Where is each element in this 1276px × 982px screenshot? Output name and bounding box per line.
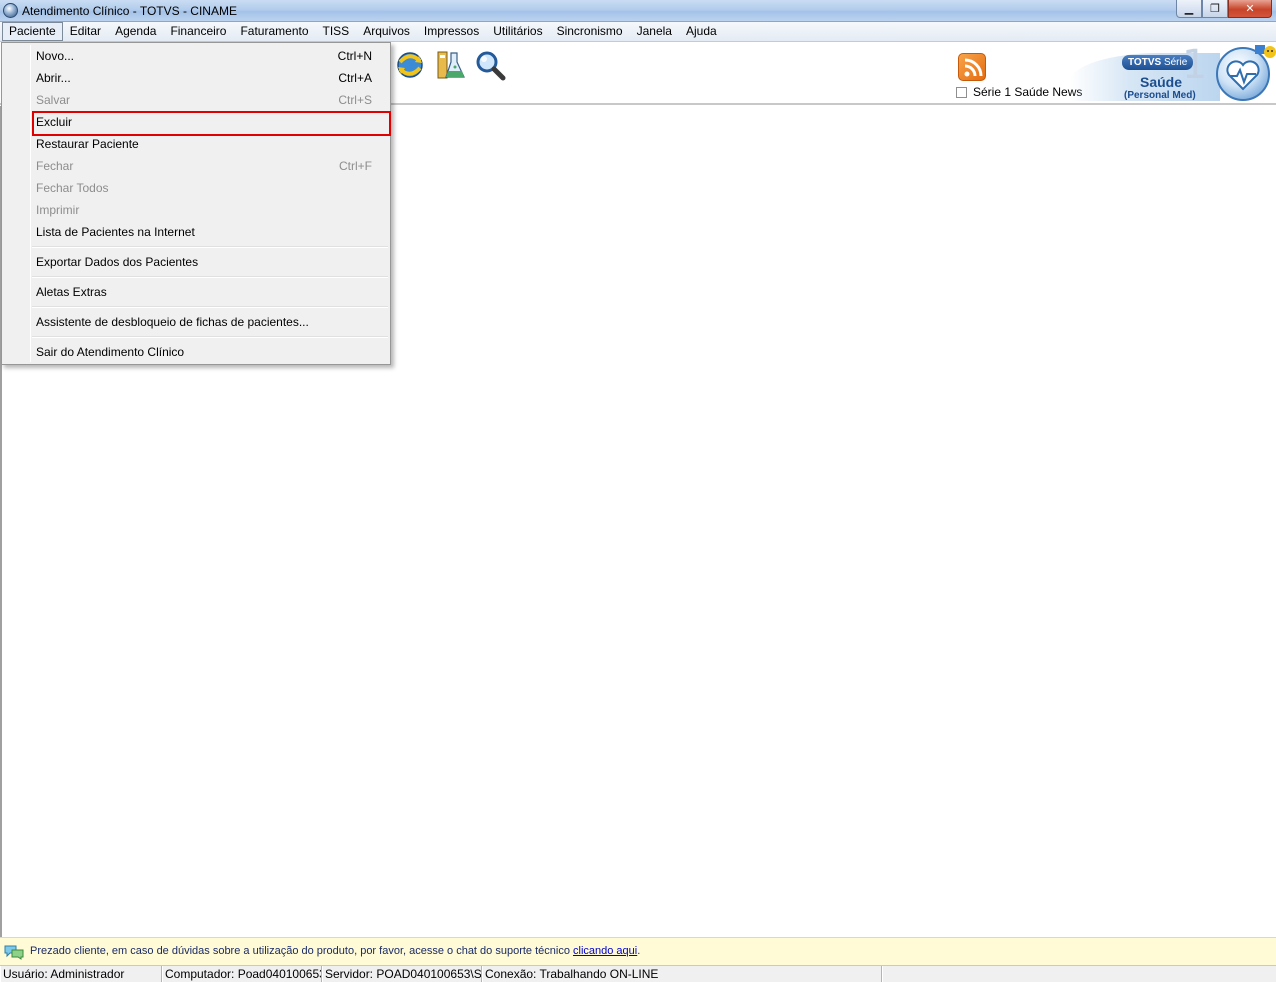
menu-bar: Paciente Editar Agenda Financeiro Fatura… <box>0 22 1276 42</box>
title-bar: Atendimento Clínico - TOTVS - CINAME ▁ ❐… <box>0 0 1276 22</box>
rss-feed-icon[interactable] <box>958 53 986 81</box>
window-controls: ▁ ❐ ✕ <box>1176 0 1272 18</box>
menu-sincronismo[interactable]: Sincronismo <box>550 22 630 41</box>
sync-icon[interactable] <box>394 49 426 81</box>
menu-separator <box>32 276 388 278</box>
menu-item-imprimir[interactable]: Imprimir <box>4 199 388 221</box>
support-message-suffix: . <box>637 945 641 957</box>
menu-item-label: Restaurar Paciente <box>36 137 139 151</box>
menu-item-label: Fechar Todos <box>36 181 109 195</box>
minimize-button[interactable]: ▁ <box>1176 0 1202 18</box>
menu-item-fechar-todos[interactable]: Fechar Todos <box>4 177 388 199</box>
app-logo-icon <box>3 3 18 18</box>
menu-item-label: Salvar <box>36 93 71 107</box>
menu-item-shortcut: Ctrl+N <box>337 49 372 63</box>
brand-number: 1 <box>1182 42 1208 88</box>
menu-item-lista-pacientes-internet[interactable]: Lista de Pacientes na Internet <box>4 221 388 243</box>
menu-separator <box>32 306 388 308</box>
menu-item-shortcut: Ctrl+F <box>339 159 372 173</box>
menu-financeiro[interactable]: Financeiro <box>163 22 233 41</box>
status-extra <box>882 966 1276 982</box>
support-bar: Prezado cliente, em caso de dúvidas sobr… <box>0 937 1276 965</box>
news-checkbox-label[interactable]: Série 1 Saúde News <box>973 85 1082 99</box>
menu-item-label: Sair do Atendimento Clínico <box>36 345 185 359</box>
brand-logo: TOTVS Série 1 Saúde (Personal Med) <box>1070 45 1276 103</box>
window-title: Atendimento Clínico - TOTVS - CINAME <box>22 4 237 18</box>
news-checkbox[interactable] <box>956 87 967 98</box>
menu-item-abrir[interactable]: Abrir... Ctrl+A <box>4 67 388 89</box>
menu-item-aletas-extras[interactable]: Aletas Extras <box>4 281 388 303</box>
support-message-text: Prezado cliente, em caso de dúvidas sobr… <box>30 945 573 957</box>
menu-ajuda[interactable]: Ajuda <box>679 22 724 41</box>
menu-item-label: Assistente de desbloqueio de fichas de p… <box>36 315 309 329</box>
status-connection: Conexão: Trabalhando ON-LINE <box>482 966 882 982</box>
close-button[interactable]: ✕ <box>1228 0 1272 18</box>
menu-tiss[interactable]: TISS <box>316 22 357 41</box>
menu-item-label: Exportar Dados dos Pacientes <box>36 255 199 269</box>
restore-button[interactable]: ❐ <box>1202 0 1228 18</box>
menu-item-fechar[interactable]: Fechar Ctrl+F <box>4 155 388 177</box>
menu-item-label: Fechar <box>36 159 74 173</box>
search-icon[interactable] <box>474 49 506 81</box>
menu-janela[interactable]: Janela <box>630 22 679 41</box>
highlight-excluir <box>32 111 391 136</box>
lab-flask-icon[interactable] <box>434 49 466 81</box>
menu-item-label: Abrir... <box>36 71 71 85</box>
menu-item-assistente-desbloqueio[interactable]: Assistente de desbloqueio de fichas de p… <box>4 311 388 333</box>
status-computer: Computador: Poad040100653 <box>162 966 322 982</box>
status-bar: Usuário: Administrador Computador: Poad0… <box>0 965 1276 982</box>
chat-status-icon[interactable] <box>1254 43 1276 61</box>
brand-subtitle: (Personal Med) <box>1124 90 1196 101</box>
menu-separator <box>32 246 388 248</box>
menu-item-shortcut: Ctrl+A <box>338 71 372 85</box>
menu-item-novo[interactable]: Novo... Ctrl+N <box>4 45 388 67</box>
support-chat-link[interactable]: clicando aqui <box>573 945 637 957</box>
menu-item-label: Aletas Extras <box>36 285 107 299</box>
menu-item-label: Imprimir <box>36 203 80 217</box>
menu-item-sair[interactable]: Sair do Atendimento Clínico <box>4 341 388 363</box>
brand-name: Saúde <box>1140 74 1183 90</box>
menu-item-label: Novo... <box>36 49 75 63</box>
menu-item-shortcut: Ctrl+S <box>338 93 372 107</box>
menu-utilitarios[interactable]: Utilitários <box>486 22 549 41</box>
brand-tag-bold: TOTVS <box>1128 57 1162 68</box>
menu-separator <box>32 336 388 338</box>
status-user: Usuário: Administrador <box>0 966 162 982</box>
chat-icon <box>4 945 24 960</box>
menu-item-salvar[interactable]: Salvar Ctrl+S <box>4 89 388 111</box>
paciente-dropdown-menu: Novo... Ctrl+N Abrir... Ctrl+A Salvar Ct… <box>1 42 391 365</box>
menu-agenda[interactable]: Agenda <box>108 22 163 41</box>
menu-paciente[interactable]: Paciente <box>2 22 63 41</box>
menu-item-label: Lista de Pacientes na Internet <box>36 225 195 239</box>
menu-item-restaurar-paciente[interactable]: Restaurar Paciente <box>4 133 388 155</box>
menu-editar[interactable]: Editar <box>63 22 108 41</box>
menu-arquivos[interactable]: Arquivos <box>356 22 417 41</box>
menu-faturamento[interactable]: Faturamento <box>233 22 315 41</box>
support-message: Prezado cliente, em caso de dúvidas sobr… <box>30 945 640 957</box>
menu-impressos[interactable]: Impressos <box>417 22 486 41</box>
status-server: Servidor: POAD040100653\SQ <box>322 966 482 982</box>
menu-item-exportar-dados[interactable]: Exportar Dados dos Pacientes <box>4 251 388 273</box>
